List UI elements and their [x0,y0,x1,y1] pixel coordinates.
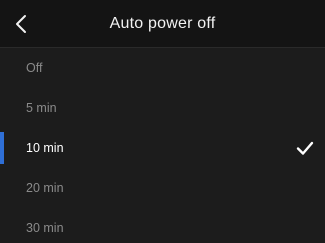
header-bar: Auto power off [0,0,325,48]
option-label: 5 min [26,101,57,115]
option-label: 10 min [26,141,64,155]
options-list: Off 5 min 10 min 20 min 30 min [0,48,325,243]
option-label: 20 min [26,181,64,195]
page-title: Auto power off [109,15,216,32]
option-off[interactable]: Off [0,48,325,88]
option-label: 30 min [26,221,64,235]
selection-indicator [0,132,4,164]
auto-power-off-screen: Auto power off Off 5 min 10 min 20 min 3… [0,0,325,243]
option-5-min[interactable]: 5 min [0,88,325,128]
option-30-min[interactable]: 30 min [0,208,325,243]
checkmark-icon [296,141,314,155]
option-20-min[interactable]: 20 min [0,168,325,208]
option-label: Off [26,61,43,75]
option-10-min[interactable]: 10 min [0,128,325,168]
